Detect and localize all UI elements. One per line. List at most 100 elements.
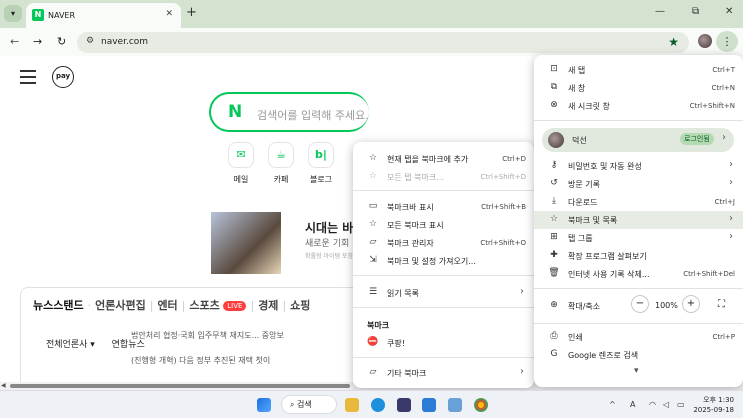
settings-icon[interactable] bbox=[448, 398, 462, 412]
shortcut: Ctrl+Shift+D bbox=[480, 173, 527, 181]
volume-icon[interactable]: ◁ bbox=[663, 400, 669, 409]
site-info-icon[interactable]: ⚙ bbox=[86, 36, 94, 46]
divider bbox=[353, 307, 534, 308]
store-icon[interactable] bbox=[397, 398, 411, 412]
more-chevron-icon[interactable]: ▾ bbox=[634, 366, 639, 376]
wifi-icon[interactable]: ◠ bbox=[649, 400, 656, 409]
tab-newsstand[interactable]: 뉴스스탠드 bbox=[33, 299, 84, 312]
menu-extensions[interactable]: ✚ 확장 프로그램 살펴보기 bbox=[534, 247, 743, 265]
menu-print[interactable]: ⎙ 인쇄 Ctrl+P bbox=[534, 328, 743, 346]
tab-sports[interactable]: 스포츠 bbox=[189, 299, 219, 312]
search-box[interactable]: N 검색어를 입력해 주세요. bbox=[209, 92, 369, 132]
menu-new-tab[interactable]: ⊡ 새 탭 Ctrl+T bbox=[534, 61, 743, 79]
shortcut: Ctrl+D bbox=[502, 155, 526, 163]
bookmark-manager[interactable]: ▱ 북마크 관리자 Ctrl+Shift+O bbox=[353, 234, 534, 252]
tab-economy[interactable]: 경제 bbox=[258, 299, 278, 312]
service-cafe[interactable]: ☕ 카페 bbox=[266, 142, 296, 185]
url-text[interactable]: naver.com bbox=[101, 37, 148, 47]
menu-bookmarks-and-lists[interactable]: ☆ 북마크 및 목록 › bbox=[534, 211, 743, 229]
address-bar[interactable]: ⚙ naver.com ★ bbox=[77, 32, 689, 53]
show-all-bookmarks[interactable]: ☆ 모든 북마크 표시 bbox=[353, 216, 534, 234]
profile-row[interactable]: 덕선 로그인됨 › bbox=[542, 128, 734, 152]
battery-icon[interactable]: ▭ bbox=[677, 400, 685, 409]
tab-press-edit[interactable]: 언론사편집 bbox=[95, 299, 146, 312]
zoom-icon: ⊕ bbox=[550, 300, 558, 310]
shortcut: Ctrl+J bbox=[714, 198, 735, 206]
fullscreen-icon[interactable]: ⛶ bbox=[718, 299, 725, 310]
chevron-right-icon: › bbox=[729, 159, 733, 170]
system-clock[interactable]: 오후 1:30 2025-09-18 bbox=[690, 395, 734, 415]
menu-passwords[interactable]: ⚷ 비밀번호 및 자동 완성 › bbox=[534, 157, 743, 175]
minimize-button[interactable]: — bbox=[655, 6, 665, 17]
scroll-left-icon[interactable]: ◀ bbox=[1, 382, 6, 389]
file-explorer-icon[interactable] bbox=[345, 398, 359, 412]
close-window-button[interactable]: ✕ bbox=[725, 6, 733, 17]
menu-label: 비밀번호 및 자동 완성 bbox=[568, 162, 642, 171]
news-headlines[interactable]: 법안처리 협정·국회 입주무책 재지도... 중앙보 (진행형 개혁) 다음 정부… bbox=[131, 328, 284, 368]
menu-label: 새 시크릿 창 bbox=[568, 102, 610, 111]
menu-new-window[interactable]: ⧉ 새 창 Ctrl+N bbox=[534, 79, 743, 97]
menu-google-lens[interactable]: G Google 렌즈로 검색 bbox=[534, 346, 743, 364]
scroll-thumb[interactable] bbox=[10, 384, 350, 388]
divider bbox=[534, 288, 743, 289]
all-press-dropdown[interactable]: 전체언론사 bbox=[46, 340, 87, 350]
menu-label: 기타 북마크 bbox=[387, 369, 427, 378]
naver-pay-button[interactable]: pay bbox=[52, 66, 74, 88]
shortcut: Ctrl+P bbox=[712, 333, 735, 341]
import-bookmarks[interactable]: ⇲ 북마크 및 설정 가져오기... bbox=[353, 252, 534, 270]
back-button[interactable]: ← bbox=[10, 35, 19, 48]
start-button-icon[interactable] bbox=[257, 398, 271, 412]
banner-title[interactable]: 시대는 바 bbox=[305, 219, 353, 236]
tab-entertainment[interactable]: 엔터 bbox=[157, 299, 177, 312]
clock-date: 2025-09-18 bbox=[693, 406, 734, 414]
close-tab-icon[interactable]: ✕ bbox=[165, 9, 173, 19]
menu-tab-groups[interactable]: ⊞ 탭 그룹 › bbox=[534, 229, 743, 247]
other-bookmarks[interactable]: ▱ 기타 북마크 › bbox=[353, 364, 534, 382]
menu-button[interactable]: ⋮ bbox=[716, 31, 738, 52]
edge-icon[interactable] bbox=[371, 398, 385, 412]
menu-label: 읽기 목록 bbox=[387, 289, 419, 298]
show-bookmarks-bar[interactable]: ▭ 북마크바 표시 Ctrl+Shift+B bbox=[353, 198, 534, 216]
menu-label: 새 창 bbox=[568, 84, 586, 93]
app-icon[interactable] bbox=[422, 398, 436, 412]
tab-naver[interactable]: N NAVER ✕ bbox=[26, 3, 181, 28]
headline[interactable]: (진행형 개혁) 다음 정부 추진된 재택 첫이 bbox=[131, 353, 284, 368]
menu-history[interactable]: ↺ 방문 기록 › bbox=[534, 175, 743, 193]
bookmark-coupang[interactable]: ⛔ 쿠팡! bbox=[353, 334, 534, 352]
headline[interactable]: 법안처리 협정·국회 입주무책 재지도... 중앙보 bbox=[131, 328, 284, 343]
bookmark-all-tabs[interactable]: ☆ 모든 탭 북마크... Ctrl+Shift+D bbox=[353, 168, 534, 186]
service-label: 카페 bbox=[273, 175, 289, 184]
search-placeholder[interactable]: 검색어를 입력해 주세요. bbox=[257, 107, 369, 123]
tab-strip: ▾ N NAVER ✕ + — ⧉ ✕ bbox=[0, 0, 743, 28]
menu-downloads[interactable]: ⤓ 다운로드 Ctrl+J bbox=[534, 193, 743, 211]
input-language-icon[interactable]: A bbox=[630, 400, 635, 409]
zoom-out-button[interactable]: − bbox=[631, 295, 649, 313]
taskbar-search[interactable]: ⌕ 검색 bbox=[281, 395, 337, 414]
chevron-right-icon: › bbox=[729, 213, 733, 224]
reload-button[interactable]: ↻ bbox=[57, 35, 66, 48]
shortcut: Ctrl+Shift+Del bbox=[683, 270, 735, 278]
chrome-icon[interactable] bbox=[474, 398, 488, 412]
hamburger-menu-icon[interactable] bbox=[20, 70, 36, 88]
zoom-level: 100% bbox=[655, 301, 678, 310]
tab-shopping[interactable]: 쇼핑 bbox=[290, 299, 310, 312]
reading-list[interactable]: ☰ 읽기 목록 › bbox=[353, 284, 534, 302]
bookmark-star-icon[interactable]: ★ bbox=[668, 35, 679, 49]
menu-clear-browsing-data[interactable]: 🗑 인터넷 사용 기록 삭제... Ctrl+Shift+Del bbox=[534, 265, 743, 283]
service-mail[interactable]: ✉ 메일 bbox=[226, 142, 256, 185]
divider bbox=[353, 275, 534, 276]
zoom-in-button[interactable]: + bbox=[682, 295, 700, 313]
tab-search-button[interactable]: ▾ bbox=[4, 5, 22, 22]
forward-button[interactable]: → bbox=[33, 35, 42, 48]
chrome-main-menu: ⊡ 새 탭 Ctrl+T ⧉ 새 창 Ctrl+N ⊗ 새 시크릿 창 Ctrl+Shift… bbox=[534, 55, 743, 387]
ad-banner-image[interactable] bbox=[211, 212, 281, 274]
mail-icon: ✉ bbox=[228, 142, 254, 168]
coupang-favicon-icon: ⛔ bbox=[367, 337, 379, 347]
new-tab-button[interactable]: + bbox=[186, 5, 197, 20]
service-blog[interactable]: b| 블로그 bbox=[306, 142, 336, 185]
profile-avatar-button[interactable] bbox=[698, 34, 712, 48]
bookmark-this-tab[interactable]: ☆ 현재 탭을 북마크에 추가 Ctrl+D bbox=[353, 150, 534, 168]
menu-incognito[interactable]: ⊗ 새 시크릿 창 Ctrl+Shift+N bbox=[534, 97, 743, 115]
maximize-button[interactable]: ⧉ bbox=[692, 6, 699, 17]
tray-chevron-icon[interactable]: ^ bbox=[609, 400, 616, 409]
